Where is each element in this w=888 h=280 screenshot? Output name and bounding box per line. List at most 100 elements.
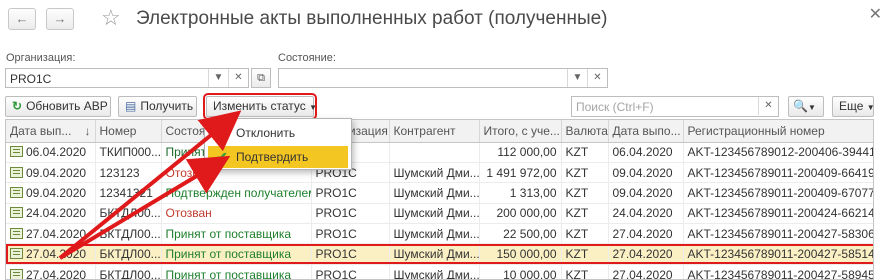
cell-text: AKT-123456789012-200406-39441160 (687, 145, 874, 160)
table-cell: 200 000,00 (479, 203, 562, 225)
table-cell: 27.04.2020 (608, 243, 684, 265)
cell-text: Шумский Дми... (393, 267, 479, 280)
table-cell: Шумский Дми... (389, 243, 480, 265)
cell-text: 09.04.2020 (612, 165, 673, 180)
cell-text: PRO1C (315, 226, 357, 241)
document-icon (10, 186, 23, 198)
search-button[interactable]: 🔍▼ (788, 96, 824, 117)
cell-text: KZT (565, 185, 589, 200)
arrow-right-icon[interactable]: → (46, 8, 74, 30)
cell-text: PRO1C (315, 206, 357, 221)
table-cell: Шумский Дми... (389, 182, 480, 204)
document-icon (10, 207, 23, 219)
title-bar: ← → ☆ Электронные акты выполненных работ… (0, 0, 888, 44)
cell-text: 27.04.2020 (26, 247, 87, 262)
cell-text: 10 000,00 (503, 267, 557, 280)
table-cell: PRO1C (311, 182, 390, 204)
cell-text: 27.04.2020 (612, 226, 673, 241)
column-header[interactable]: Номер (95, 120, 162, 143)
cell-text: KZT (565, 247, 589, 262)
column-header[interactable]: Итого, с уче... (479, 120, 562, 143)
receive-button[interactable]: ▤ Получить (118, 96, 197, 117)
table-cell: БКТДЛ00... (95, 243, 162, 265)
open-icon[interactable]: ⧉ (251, 68, 271, 88)
cell-text: 123123 (99, 165, 140, 180)
menu-item-confirm[interactable]: ✔ Подтвердить (208, 146, 348, 168)
column-header[interactable]: Регистрационный номер (683, 120, 873, 143)
cell-text: Подтвержден получателем (165, 185, 311, 200)
cell-text: AKT-123456789011-200427-58945457 (687, 267, 874, 280)
table-cell: Шумский Дми... (389, 264, 480, 280)
column-header[interactable]: Контрагент (389, 120, 480, 143)
table-row[interactable]: 06.04.2020ТКИП000...Принят от поставщика… (6, 142, 874, 163)
cell-text: 1 491 972,00 (486, 165, 557, 180)
cell-text: 27.04.2020 (612, 267, 673, 280)
arrow-left-icon[interactable]: ← (8, 8, 36, 30)
refresh-button[interactable]: ↻ Обновить АВР (5, 96, 111, 117)
table-row[interactable]: 09.04.2020 12341321 Подтвержден получателе… (6, 182, 873, 204)
chevron-down-icon: ▼ (866, 103, 875, 112)
search-input[interactable]: Поиск (Ctrl+F) ✕ (571, 96, 779, 117)
column-header[interactable]: Дата вып... ↓ (6, 120, 96, 143)
clear-icon[interactable]: ✕ (758, 97, 778, 115)
table-cell: Принят от поставщика (161, 243, 312, 265)
chevron-down-icon[interactable]: ▼ (208, 69, 228, 87)
cell-text: ТКИП000... (99, 145, 161, 160)
cell-text: KZT (565, 145, 589, 160)
table-cell: 09.04.2020 (6, 162, 96, 184)
table-cell: KZT (561, 243, 609, 265)
table-row[interactable]: 27.04.2020 БКТДЛ00... Принят от поставщика… (6, 243, 873, 265)
chevron-down-icon: ▼ (309, 103, 317, 112)
column-header[interactable]: Дата выпо... (608, 120, 684, 143)
table-cell (389, 142, 480, 163)
cell-text: 06.04.2020 (26, 145, 87, 160)
sort-down-icon: ↓ (84, 123, 91, 138)
cell-text: 12341321 (99, 185, 153, 200)
more-label: Еще (839, 99, 864, 113)
table-row[interactable]: 24.04.2020 БКТДЛ00... Отозван PRO1C Шумский … (6, 203, 873, 225)
cell-text: KZT (565, 165, 589, 180)
chevron-down-icon[interactable]: ▼ (567, 69, 587, 87)
status-field[interactable]: ▼ ✕ (278, 68, 608, 88)
table-cell: 1 313,00 (479, 182, 562, 204)
clear-icon[interactable]: ✕ (228, 69, 248, 87)
cell-text: Шумский Дми... (393, 165, 479, 180)
cell-text: Шумский Дми... (393, 206, 479, 221)
organization-label: Организация: (6, 52, 76, 64)
cell-text: KZT (565, 226, 589, 241)
table-cell: Шумский Дми... (389, 223, 480, 245)
table-row[interactable]: 27.04.2020 БКТДЛ00... Принят от поставщика… (6, 223, 873, 245)
cell-text: Принят от поставщика (165, 247, 292, 262)
cell-text: 27.04.2020 (612, 247, 673, 262)
table-row[interactable]: 09.04.2020 123123 Отозван PRO1C Шумский Дми.… (6, 162, 874, 184)
cell-text: 09.04.2020 (612, 185, 673, 200)
table-cell: 10 000,00 (479, 264, 562, 280)
status-label: Состояние: (278, 52, 336, 64)
column-header[interactable]: Валюта (561, 120, 609, 143)
star-icon[interactable]: ☆ (101, 6, 121, 30)
cell-text: БКТДЛ00... (99, 267, 161, 280)
table-cell: AKT-123456789011-200409-67077438 (683, 182, 873, 204)
table-cell: AKT-123456789011-200424-66214467 (683, 203, 873, 225)
clear-icon[interactable]: ✕ (587, 69, 607, 87)
close-icon[interactable]: ✕ (869, 4, 882, 24)
cell-text: 150 000,00 (496, 247, 557, 262)
search-placeholder: Поиск (Ctrl+F) (576, 100, 654, 114)
menu-item-reject[interactable]: ✔ Отклонить (208, 122, 348, 144)
table-cell: PRO1C (311, 223, 390, 245)
cell-text: PRO1C (315, 185, 357, 200)
refresh-icon: ↻ (12, 99, 23, 113)
organization-field[interactable]: PRO1C ▼ ✕ (5, 68, 249, 88)
table-row[interactable]: 27.04.2020 БКТДЛ00... Принят от поставщика… (6, 264, 874, 280)
cell-text: AKT-123456789011-200409-66419371 (687, 165, 874, 180)
table-cell: Подтвержден получателем (161, 182, 312, 204)
chevron-down-icon: ▼ (807, 103, 816, 112)
cell-text: 200 000,00 (496, 206, 557, 221)
table-cell: KZT (561, 223, 609, 245)
receive-label: Получить (140, 99, 194, 113)
documents-table: Дата вып... ↓НомерСостояниеОрганизацияКо… (5, 119, 874, 280)
more-button[interactable]: Еще ▼ (832, 96, 875, 117)
document-icon (10, 268, 23, 279)
change-status-button[interactable]: Изменить статус ▼ (203, 93, 317, 120)
table-cell: 27.04.2020 (6, 243, 96, 265)
